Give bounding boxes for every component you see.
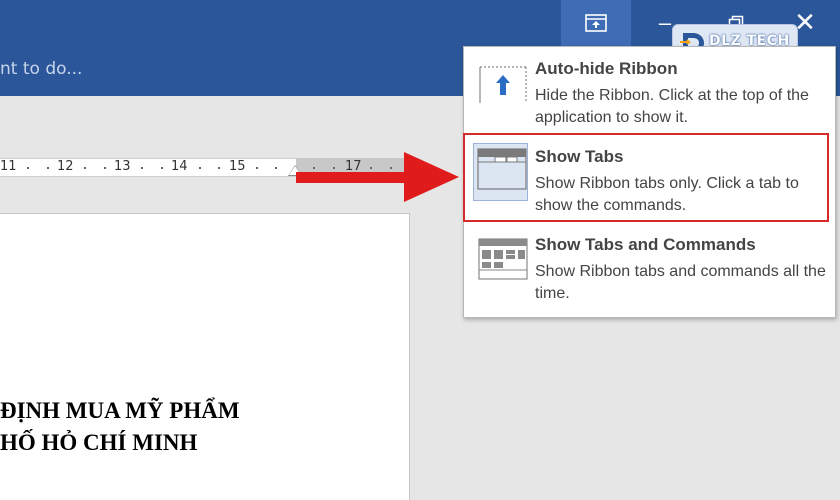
ruler-label: 15 — [229, 159, 246, 174]
menu-item-auto-hide-ribbon[interactable]: Auto-hide Ribbon Hide the Ribbon. Click … — [464, 47, 837, 133]
menu-item-show-tabs-and-commands[interactable]: Show Tabs and Commands Show Ribbon tabs … — [464, 223, 837, 309]
ruler-label: 14 — [171, 159, 188, 174]
ruler-label: 13 — [114, 159, 131, 174]
ruler-tick — [141, 167, 143, 169]
red-highlight-box — [463, 133, 829, 222]
ruler-tick — [275, 167, 277, 169]
ruler-tick — [104, 167, 106, 169]
red-arrow-annotation — [296, 152, 459, 202]
show-tabs-commands-icon — [478, 238, 528, 280]
auto-hide-ribbon-icon — [479, 66, 527, 103]
ruler-label: 12 — [57, 159, 74, 174]
document-text-line: HỐ HỎ CHÍ MINH — [0, 430, 198, 455]
menu-item-description: Hide the Ribbon. Click at the top of the… — [535, 87, 809, 126]
ruler-tick — [161, 167, 163, 169]
ruler-tick — [256, 167, 258, 169]
menu-item-description: Show Ribbon tabs and commands all the ti… — [535, 263, 826, 302]
ruler-tick — [27, 167, 29, 169]
ribbon-display-options-button[interactable] — [561, 0, 631, 46]
ruler-tick — [47, 167, 49, 169]
ruler-tick — [218, 167, 220, 169]
document-page[interactable]: ĐỊNH MUA MỸ PHẨM HỐ HỎ CHÍ MINH — [0, 213, 410, 500]
ribbon-display-options-icon — [585, 14, 607, 32]
menu-item-title: Auto-hide Ribbon — [535, 59, 678, 78]
menu-item-title: Show Tabs and Commands — [535, 235, 756, 254]
ruler-label: 11 — [0, 159, 17, 174]
ruler-tick — [84, 167, 86, 169]
ruler-tick — [199, 167, 201, 169]
tell-me-search-text[interactable]: nt to do... — [0, 59, 82, 79]
minimize-icon: – — [658, 10, 672, 35]
document-text-line: ĐỊNH MUA MỸ PHẨM — [0, 398, 240, 423]
